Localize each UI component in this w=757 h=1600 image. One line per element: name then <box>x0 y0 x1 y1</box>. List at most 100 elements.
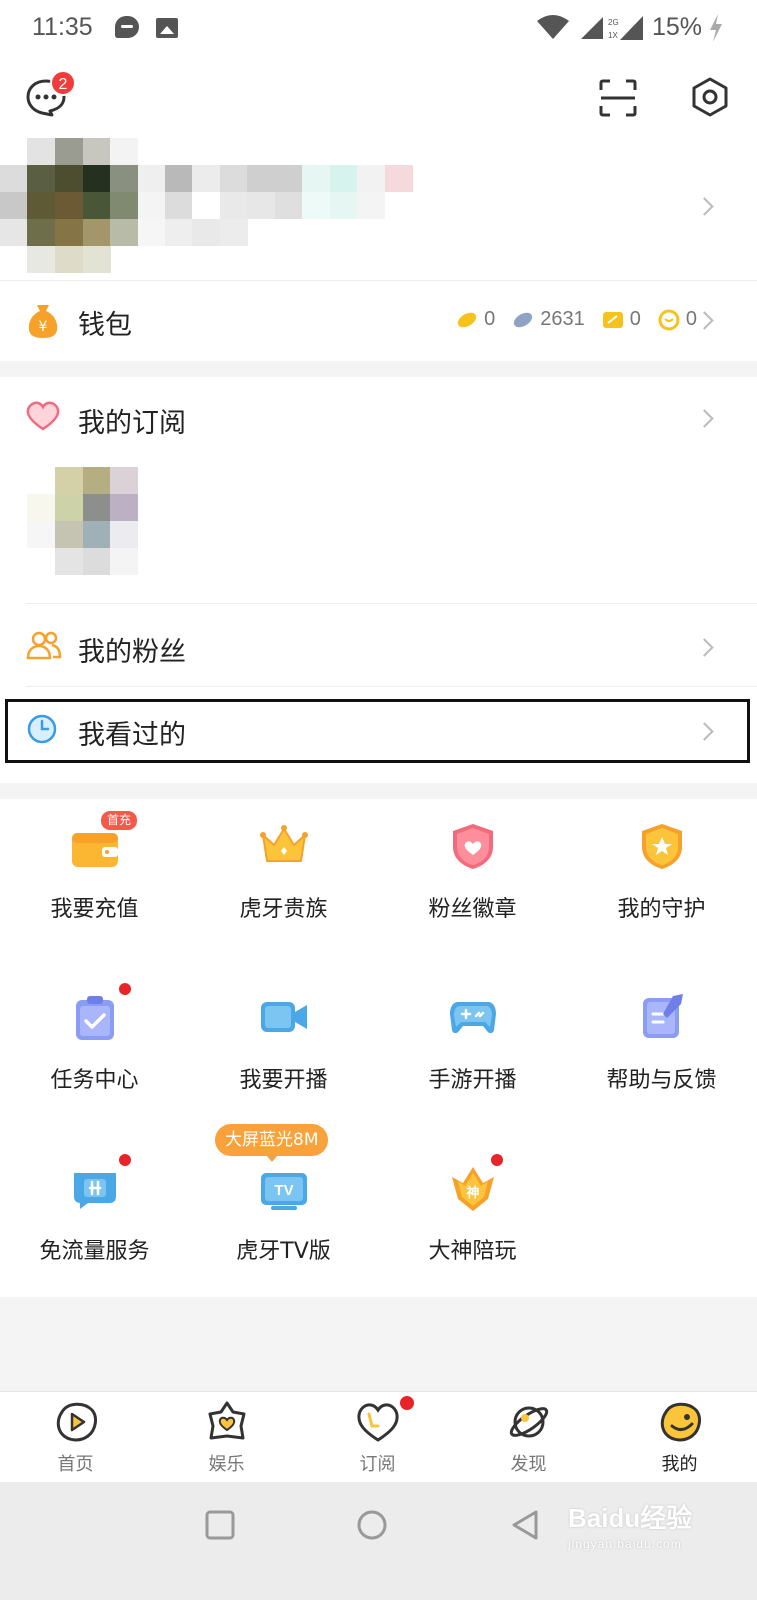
master-play-notification-dot <box>491 1154 503 1166</box>
ticket-count: 0 <box>629 308 641 330</box>
wallet-balances: 0 2631 0 0 <box>444 308 697 331</box>
signal-2g-icon: 2G 1X <box>608 16 643 40</box>
noble-button[interactable]: 虎牙贵族 <box>189 799 378 969</box>
watermark-brand: Baidu经验 <box>568 1503 693 1533</box>
mobile-game-live-label: 手游开播 <box>428 1068 517 1093</box>
subscribe-heart-icon <box>357 1403 399 1442</box>
free-data-notification-dot <box>119 1154 131 1166</box>
signal-icon <box>581 17 603 39</box>
feedback-edit-icon <box>643 994 683 1038</box>
start-live-button[interactable]: 我要开播 <box>189 970 378 1140</box>
tab-subscribe[interactable]: 订阅 <box>302 1392 453 1483</box>
tab-me-label: 我的 <box>661 1454 698 1475</box>
start-live-label: 我要开播 <box>239 1068 328 1093</box>
home-play-icon <box>56 1402 97 1442</box>
profile-card[interactable] <box>0 138 757 281</box>
free-data-icon <box>74 1173 116 1209</box>
home-button[interactable] <box>356 1509 388 1541</box>
bottom-tab-bar: 首页 娱乐 订阅 发现 我的 <box>0 1391 757 1482</box>
wallet-row[interactable]: ¥ 钱包 0 2631 0 0 <box>0 281 757 361</box>
fans-label: 我的粉丝 <box>78 637 186 668</box>
fans-people-icon <box>26 631 62 660</box>
settings-gear-icon[interactable] <box>690 76 730 118</box>
top-header: 2 <box>0 56 757 138</box>
guard-shield-icon <box>642 824 682 869</box>
watermark-url: jingyan.baidu.com <box>568 1537 682 1551</box>
discover-planet-icon <box>509 1406 549 1438</box>
task-center-label: 任务中心 <box>50 1068 139 1093</box>
subscriptions-chevron-icon <box>695 409 714 428</box>
subscriptions-row[interactable]: 我的订阅 <box>0 377 757 457</box>
wallet-label: 钱包 <box>78 310 132 341</box>
image-notification-icon <box>156 18 178 38</box>
help-feedback-label: 帮助与反馈 <box>606 1068 717 1093</box>
video-camera-icon <box>261 1002 307 1032</box>
tab-me[interactable]: 我的 <box>604 1392 755 1483</box>
battery-percent: 15% <box>652 13 703 41</box>
tab-entertainment[interactable]: 娱乐 <box>151 1392 302 1483</box>
subscribe-notification-dot <box>400 1396 414 1410</box>
tab-discover-label: 发现 <box>510 1454 547 1475</box>
feature-grid: 首充 我要充值 虎牙贵族 粉丝徽章 我的守护 任务中心 我要开播 手游开播 帮助… <box>0 799 757 1297</box>
tab-home[interactable]: 首页 <box>0 1392 151 1483</box>
wifi-icon <box>537 15 569 39</box>
fans-chevron-icon <box>695 638 714 657</box>
silver-bean-icon <box>514 312 533 327</box>
fan-badge-icon <box>453 824 493 869</box>
tab-discover[interactable]: 发现 <box>453 1392 604 1483</box>
crown-icon <box>260 825 308 862</box>
recharge-button[interactable]: 首充 我要充值 <box>0 799 189 969</box>
guard-button[interactable]: 我的守护 <box>567 799 756 969</box>
task-notification-dot <box>119 983 131 995</box>
fan-badge-label: 粉丝徽章 <box>428 897 517 922</box>
heart-icon <box>26 401 60 431</box>
svg-text:神: 神 <box>466 1185 479 1201</box>
status-bar: 11:35 2G 1X 15% <box>0 0 757 56</box>
scan-icon[interactable] <box>598 78 638 118</box>
fan-badge-button[interactable]: 粉丝徽章 <box>378 799 567 969</box>
master-play-button[interactable]: 神 大神陪玩 <box>378 1141 567 1297</box>
silver-bean-count: 2631 <box>540 308 585 330</box>
gold-bean-count: 0 <box>484 308 496 330</box>
master-play-label: 大神陪玩 <box>428 1239 517 1264</box>
subscription-section: 我的订阅 我的粉丝 我看过的 <box>0 377 757 783</box>
gamepad-icon <box>450 1002 496 1034</box>
fans-row[interactable]: 我的粉丝 <box>0 604 757 686</box>
network-bottom-label: 1X <box>608 31 618 40</box>
back-button[interactable] <box>510 1509 540 1541</box>
network-top-label: 2G <box>608 18 619 27</box>
svg-text:TV: TV <box>274 1182 293 1199</box>
tab-subscribe-label: 订阅 <box>359 1454 396 1475</box>
first-recharge-tag: 首充 <box>101 811 138 830</box>
battery-charging-icon <box>710 14 722 42</box>
subscriptions-label: 我的订阅 <box>78 408 186 439</box>
profile-chevron-icon <box>695 197 714 216</box>
tv-version-label: 虎牙TV版 <box>236 1239 331 1264</box>
tv-version-button[interactable]: 大屏蓝光8M TV 虎牙TV版 <box>189 1124 378 1297</box>
watermark: Baidu经验 jingyan.baidu.com <box>568 1498 692 1551</box>
free-data-button[interactable]: 免流量服务 <box>0 1141 189 1297</box>
highlight-box <box>5 699 750 763</box>
help-feedback-button[interactable]: 帮助与反馈 <box>567 970 756 1140</box>
mobile-game-live-button[interactable]: 手游开播 <box>378 970 567 1140</box>
recent-apps-button[interactable] <box>205 1510 235 1540</box>
recharge-label: 我要充值 <box>50 897 139 922</box>
message-notification-icon <box>115 16 139 38</box>
ticket-icon <box>602 311 623 328</box>
money-bag-icon: ¥ <box>28 305 58 338</box>
entertainment-star-icon <box>208 1401 246 1440</box>
wallet-chevron-icon <box>695 311 714 330</box>
svg-text:¥: ¥ <box>39 319 48 335</box>
coin-icon <box>658 309 680 330</box>
tab-entertainment-label: 娱乐 <box>208 1454 245 1475</box>
task-clipboard-icon <box>76 996 114 1040</box>
message-count-badge: 2 <box>50 70 76 96</box>
free-data-label: 免流量服务 <box>39 1239 150 1264</box>
task-center-button[interactable]: 任务中心 <box>0 970 189 1140</box>
tab-home-label: 首页 <box>57 1454 94 1475</box>
gold-bean-icon <box>457 312 477 327</box>
noble-label: 虎牙贵族 <box>239 897 328 922</box>
master-play-icon: 神 <box>452 1167 494 1211</box>
tv-icon: TV <box>261 1173 307 1210</box>
status-time: 11:35 <box>32 13 93 41</box>
